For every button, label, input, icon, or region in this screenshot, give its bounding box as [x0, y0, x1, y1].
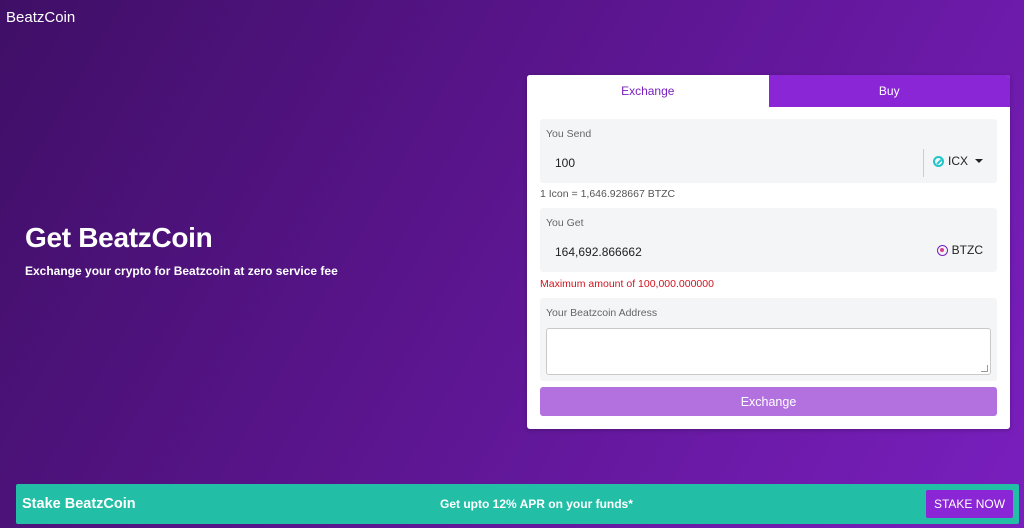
send-field: You Send 100 ICX: [540, 119, 997, 183]
send-currency-select[interactable]: ICX: [932, 154, 983, 168]
tab-buy[interactable]: Buy: [768, 75, 1010, 107]
get-currency: BTZC: [936, 243, 983, 257]
resize-handle-icon[interactable]: [981, 365, 988, 372]
divider: [923, 149, 924, 177]
hero-subtitle: Exchange your crypto for Beatzcoin at ze…: [25, 264, 338, 278]
tab-exchange[interactable]: Exchange: [527, 75, 769, 107]
stake-now-button[interactable]: STAKE NOW: [926, 490, 1013, 518]
hero-title: Get BeatzCoin: [25, 222, 213, 253]
stake-promo-text: Get upto 12% APR on your funds*: [440, 497, 633, 511]
send-amount-input[interactable]: 100: [555, 156, 575, 170]
address-label: Your Beatzcoin Address: [546, 307, 658, 319]
exchange-rate: 1 Icon = 1,646.928667 BTZC: [540, 188, 676, 200]
hero-section: Get BeatzCoin Exchange your crypto for B…: [25, 222, 338, 278]
brand-logo-text[interactable]: BeatzCoin: [6, 9, 75, 26]
get-field: You Get 164,692.866662 BTZC: [540, 208, 997, 272]
exchange-button[interactable]: Exchange: [540, 387, 997, 416]
exchange-card: Exchange Buy You Send 100 ICX 1 Icon = 1…: [527, 75, 1010, 429]
error-message: Maximum amount of 100,000.000000: [540, 278, 714, 290]
tab-bar: Exchange Buy: [527, 75, 1010, 107]
icx-icon: [932, 155, 944, 167]
get-amount-value: 164,692.866662: [555, 245, 642, 259]
get-currency-label: BTZC: [951, 243, 983, 257]
send-currency-label: ICX: [947, 154, 968, 168]
btzc-icon: [936, 244, 948, 256]
get-label: You Get: [546, 217, 584, 229]
stake-banner: Stake BeatzCoin Get upto 12% APR on your…: [16, 484, 1019, 524]
chevron-down-icon: [975, 159, 983, 163]
send-label: You Send: [546, 128, 592, 140]
stake-title: Stake BeatzCoin: [22, 496, 136, 512]
address-field: Your Beatzcoin Address: [540, 298, 997, 381]
address-textarea[interactable]: [546, 328, 991, 375]
